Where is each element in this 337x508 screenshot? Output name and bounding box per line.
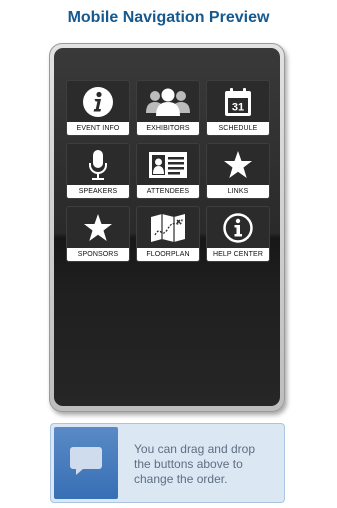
tile-links[interactable]: LINKS <box>206 143 270 199</box>
tile-sponsors[interactable]: SPONSORS <box>66 206 130 262</box>
tile-schedule[interactable]: 31 SCHEDULE <box>206 80 270 136</box>
drag-drop-hint: You can drag and drop the buttons above … <box>50 423 285 503</box>
calendar-icon: 31 <box>207 84 269 120</box>
calendar-day-text: 31 <box>232 102 244 114</box>
tile-event-info[interactable]: EVENT INFO <box>66 80 130 136</box>
microphone-icon <box>67 147 129 183</box>
tile-label: EVENT INFO <box>67 122 129 135</box>
id-card-icon <box>137 147 199 183</box>
hint-text: You can drag and drop the buttons above … <box>134 442 255 486</box>
tile-label: LINKS <box>207 185 269 198</box>
tile-speakers[interactable]: SPEAKERS <box>66 143 130 199</box>
map-icon <box>137 210 199 246</box>
tile-attendees[interactable]: ATTENDEES <box>136 143 200 199</box>
tile-label: HELP CENTER <box>207 248 269 261</box>
star-icon <box>207 147 269 183</box>
tile-help-center[interactable]: HELP CENTER <box>206 206 270 262</box>
star-icon <box>67 210 129 246</box>
tile-label: SPEAKERS <box>67 185 129 198</box>
tile-exhibitors[interactable]: EXHIBITORS <box>136 80 200 136</box>
tile-label: FLOORPLAN <box>137 248 199 261</box>
tile-label: SCHEDULE <box>207 122 269 135</box>
page-title: Mobile Navigation Preview <box>67 9 270 26</box>
tile-floorplan[interactable]: FLOORPLAN <box>136 206 200 262</box>
people-group-icon <box>137 84 199 120</box>
info-circle-icon <box>67 84 129 120</box>
info-outline-icon <box>207 210 269 246</box>
tile-label: EXHIBITORS <box>137 122 199 135</box>
tile-label: ATTENDEES <box>137 185 199 198</box>
speech-bubble-icon <box>69 446 103 481</box>
info-icon-panel <box>54 427 118 499</box>
tile-label: SPONSORS <box>67 248 129 261</box>
phone-screen: EVENT INFO EXHIBITORS 31 SCHEDULE SPEAKE… <box>54 48 280 406</box>
phone-frame: EVENT INFO EXHIBITORS 31 SCHEDULE SPEAKE… <box>49 43 285 412</box>
